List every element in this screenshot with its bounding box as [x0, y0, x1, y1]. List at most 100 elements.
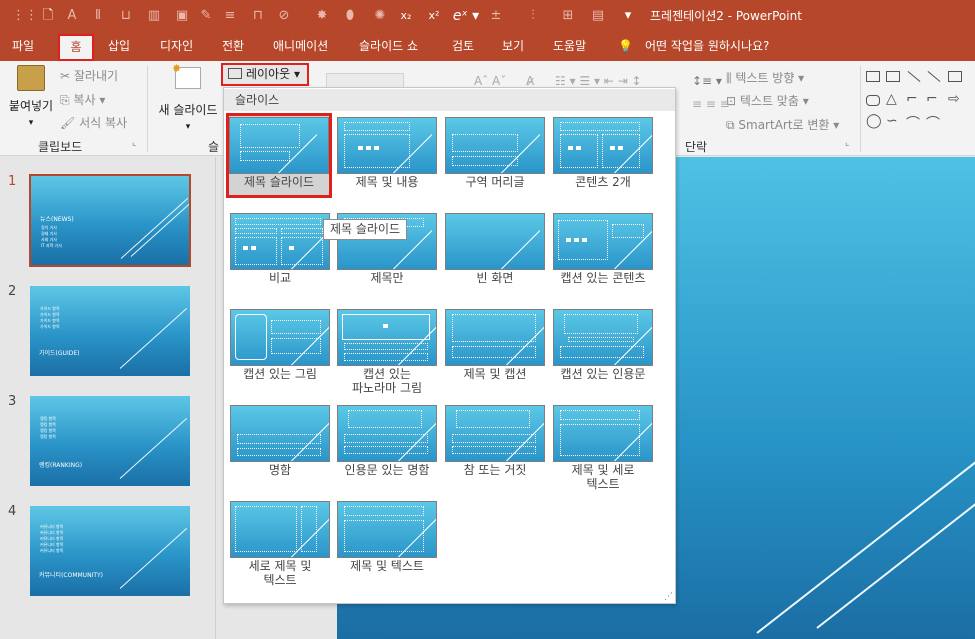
dialog-launcher-icon[interactable]: ⌞ [132, 138, 136, 148]
image-icon[interactable]: ▣ [174, 6, 190, 26]
align-text-button[interactable]: ⊡ 텍스트 맞춤 ▾ [726, 92, 809, 109]
layout-quote-with-caption[interactable]: 캡션 있는 인용문 [553, 309, 653, 381]
clear-format-icon[interactable]: A̷ [526, 74, 534, 88]
equation-icon[interactable]: eˣ ▾ [452, 6, 480, 26]
line-spacing-icon[interactable]: ↕≡ ▾ [692, 74, 722, 88]
layout-content-with-caption[interactable]: 캡션 있는 콘텐츠 [553, 213, 653, 285]
chart-icon[interactable]: ⫴ [90, 6, 106, 26]
scissors-icon: ✂ [60, 69, 74, 83]
smartart-icon[interactable]: ⊘ [274, 6, 294, 26]
subscript-icon[interactable]: x₂ [398, 6, 414, 26]
grid-icon[interactable]: ⋮⋮ [12, 6, 38, 26]
edit-icon[interactable]: ✎ [198, 6, 214, 26]
cut-button[interactable]: ✂ 잘라내기 [60, 67, 118, 84]
tab-file[interactable]: 파일 [12, 37, 34, 57]
paragraph-launcher-icon[interactable]: ⌞ [845, 138, 849, 148]
rectangle-shape-icon[interactable] [948, 71, 962, 82]
right-arrow-shape-icon[interactable]: ⇨ [948, 91, 960, 107]
tell-me-input[interactable]: 어떤 작업을 원하시나요? [645, 37, 769, 57]
decor-line [756, 447, 975, 634]
decor-line [119, 307, 188, 369]
rounded-rect-shape-icon[interactable] [866, 95, 880, 106]
gear-icon[interactable]: ✺ [370, 6, 390, 26]
text-direction-button[interactable]: ⫼ 텍스트 방향 ▾ [726, 69, 804, 86]
triangle-shape-icon[interactable]: △ [886, 91, 897, 107]
layout-preview [445, 405, 545, 462]
align-icon[interactable]: ≡ [222, 6, 238, 26]
layout-quote-name-card[interactable]: 인용문 있는 명함 [337, 405, 437, 477]
slide-bullet: 커뮤니티 항목 [40, 536, 64, 541]
decor-line [119, 527, 188, 589]
slide-thumbnail-1[interactable]: 뉴스(NEWS) 정치 기사 경제 기사 사회 기사 IT 과학 기사 [29, 174, 191, 267]
new-slide-label: 새 슬라이드 [158, 103, 218, 117]
connector-shape-icon[interactable]: ⌐ [906, 91, 918, 107]
textbox-shape-icon[interactable] [866, 71, 880, 82]
align-buttons[interactable]: ≡ ≡ ≡ [692, 97, 730, 111]
slide-bullet: 커뮤니티 항목 [40, 542, 64, 547]
format-painter-button[interactable]: 🖌 서식 복사 [60, 114, 127, 131]
layout-name-card[interactable]: 명함 [230, 405, 330, 477]
layout-comparison[interactable]: 비교 [230, 213, 330, 285]
grid-table-icon[interactable]: ⊞ [560, 6, 576, 26]
tab-help[interactable]: 도움말 [553, 37, 586, 57]
vertical-textbox-shape-icon[interactable] [886, 71, 900, 82]
layout-title-and-caption[interactable]: 제목 및 캡션 [445, 309, 545, 381]
layout-title-slide[interactable]: 제목 슬라이드 [226, 113, 332, 198]
view-icon[interactable]: ▤ [590, 6, 606, 26]
bullets-icon[interactable]: ☷ ▾ ☰ ▾ ⇤ ⇥ ↕ [555, 74, 642, 88]
slide-title: 뉴스(NEWS) [40, 216, 74, 223]
font-grow-icon[interactable]: Aˆ Aˇ [474, 74, 506, 88]
resize-grip-icon[interactable]: ⋰ [664, 592, 673, 602]
layout-title-and-text[interactable]: 제목 및 텍스트 [337, 501, 437, 573]
layout-preview [337, 501, 437, 558]
tab-insert[interactable]: 삽입 [108, 37, 130, 57]
layout-blank[interactable]: 빈 화면 [445, 213, 545, 285]
layout-title-content[interactable]: 제목 및 내용 [337, 117, 437, 189]
layout-panoramic-picture[interactable]: 캡션 있는 파노라마 그림 [337, 309, 437, 395]
layout-picture-with-caption[interactable]: 캡션 있는 그림 [230, 309, 330, 381]
new-file-icon[interactable]: 🗋 [40, 6, 56, 26]
slide-thumbnail-4[interactable]: 커뮤니티 항목 커뮤니티 항목 커뮤니티 항목 커뮤니티 항목 커뮤니티 항목 … [30, 506, 190, 596]
layout-true-or-false[interactable]: 참 또는 거짓 [445, 405, 545, 477]
slide-thumbnail-3[interactable]: 랭킹 항목 랭킹 항목 랭킹 항목 랭킹 항목 랭킹(RANKING) [30, 396, 190, 486]
tab-slideshow[interactable]: 슬라이드 쇼 [359, 37, 418, 57]
placeholder-icon[interactable]: A [64, 6, 80, 26]
superscript-icon[interactable]: x² [426, 6, 442, 26]
layout-title-vertical-text[interactable]: 제목 및 세로 텍스트 [553, 405, 653, 491]
copy-button[interactable]: ⎘ 복사 ▾ [60, 91, 105, 108]
arc-shape-icon[interactable]: ⌒ [906, 113, 920, 133]
spacing-icon[interactable]: ⫶ [520, 6, 546, 26]
tab-view[interactable]: 보기 [502, 37, 524, 57]
freeform-shape-icon[interactable]: ◯ [866, 113, 882, 129]
tab-design[interactable]: 디자인 [160, 37, 193, 57]
shapes-gallery[interactable]: △ ⌐ ⌐ ⇨ ◯ ∽ ⌒ ⌒ [866, 69, 975, 135]
sticker-icon[interactable]: ✸ [312, 6, 332, 26]
shape-icon[interactable]: ⊔ [118, 6, 134, 26]
elbow-shape-icon[interactable]: ⌐ [926, 91, 938, 107]
paste-button[interactable]: 붙여넣기 ▾ [8, 63, 54, 128]
copy-icon: ⎘ [60, 93, 74, 107]
new-slide-button[interactable]: ✸ 새 슬라이드 ▾ [155, 62, 221, 132]
bend-shape-icon[interactable]: ⌒ [926, 113, 940, 133]
lock-icon[interactable]: ⊓ [250, 6, 266, 26]
layout-two-content[interactable]: 콘텐츠 2개 [553, 117, 653, 189]
divider [147, 66, 148, 152]
customize-icon[interactable]: ▾ [620, 6, 636, 26]
curve-shape-icon[interactable]: ∽ [886, 113, 898, 129]
tab-transitions[interactable]: 전환 [222, 37, 244, 57]
tab-animations[interactable]: 애니메이션 [273, 37, 328, 57]
smartart-button[interactable]: ⧉ SmartArt로 변환 ▾ [726, 116, 839, 133]
layout-section-header[interactable]: 구역 머리글 [445, 117, 545, 189]
slide-thumbnail-2[interactable]: 가이드 항목 가이드 항목 가이드 항목 가이드 항목 가이드(GUIDE) [30, 286, 190, 376]
slide-bullet: 커뮤니티 항목 [40, 524, 64, 529]
arrow-shape-icon[interactable] [927, 70, 941, 83]
tab-review[interactable]: 검토 [452, 37, 474, 57]
line-shape-icon[interactable] [907, 70, 921, 83]
slide-number: 3 [8, 394, 17, 409]
shape-fill-icon[interactable]: ⬮ [340, 6, 360, 26]
symbol-icon[interactable]: ± [486, 6, 506, 26]
layout-dropdown-button[interactable]: 레이아웃 ▾ [221, 63, 309, 86]
tab-home[interactable]: 홈 [58, 34, 94, 61]
layout-vertical-title-text[interactable]: 세로 제목 및 텍스트 [230, 501, 330, 587]
table-icon[interactable]: ▥ [146, 6, 162, 26]
